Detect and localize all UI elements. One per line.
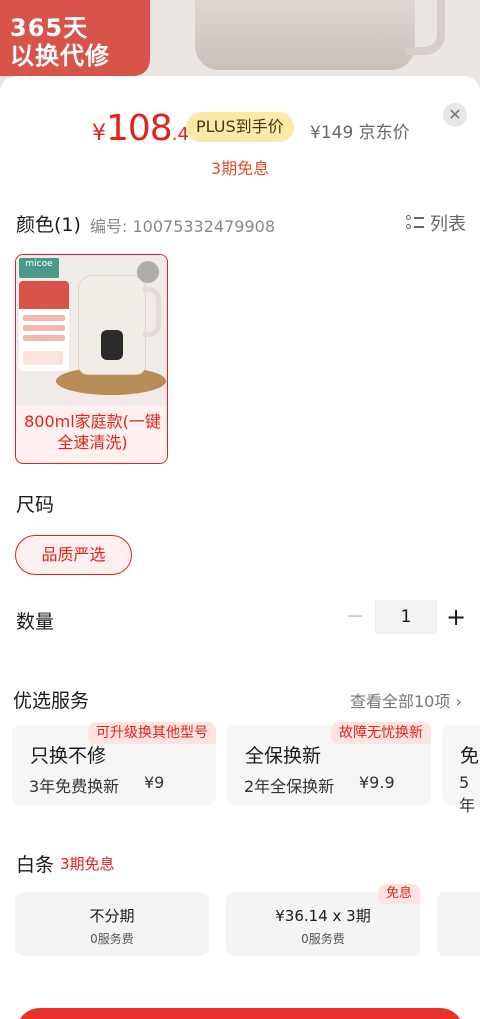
quantity-title: 数量: [16, 611, 55, 633]
close-icon: ✕: [448, 105, 462, 124]
list-icon: [406, 215, 424, 231]
view-all-services-link[interactable]: 查看全部10项 ›: [350, 688, 462, 712]
confirm-button[interactable]: [16, 1008, 464, 1019]
installment-option-label: 不分期: [89, 907, 135, 925]
plus-price: ¥ 108 .4: [92, 108, 189, 149]
installment-info: 3期免息: [210, 159, 270, 178]
variant-thumbnail: micoe: [16, 255, 167, 405]
service-name: 只换不修: [30, 745, 107, 767]
color-variant-card[interactable]: micoe 800ml家庭款(一键全速清洗): [15, 254, 168, 464]
service-badge: 可升级换其他型号: [88, 722, 216, 744]
color-title: 颜色(1): [16, 214, 81, 236]
list-view-toggle[interactable]: 列表: [406, 210, 466, 236]
background-product-handle: [405, 0, 445, 55]
color-section-header: 颜色(1) 编号: 10075332479908 列表: [16, 210, 466, 236]
installment-option[interactable]: [437, 892, 480, 956]
quantity-increase-button[interactable]: +: [445, 602, 467, 632]
service-price: ¥9: [144, 773, 165, 792]
size-title: 尺码: [16, 494, 55, 516]
quantity-decrease-button[interactable]: −: [345, 602, 365, 632]
installment-option-fee: 0服务费: [90, 932, 134, 946]
installment-option[interactable]: 不分期 0服务费: [15, 892, 209, 956]
background-promo-line2: 以换代修: [10, 42, 110, 70]
zoom-icon[interactable]: [137, 261, 159, 283]
installment-option-fee: 0服务费: [301, 932, 345, 946]
plus-price-badge: PLUS到手价: [186, 112, 294, 142]
spec-selection-sheet: ¥ 108 .4 PLUS到手价 ¥149 京东价 ✕ 3期免息 颜色(1) 编…: [0, 76, 480, 1019]
service-name: 全保换新: [245, 745, 322, 767]
background-product-image: [195, 0, 415, 70]
close-button[interactable]: ✕: [443, 103, 467, 127]
service-price: ¥9.9: [359, 773, 395, 792]
jd-price: ¥149 京东价: [310, 123, 410, 143]
service-card[interactable]: 可升级换其他型号 只换不修 3年免费换新 ¥9: [12, 722, 216, 805]
brand-logo: micoe: [19, 258, 59, 278]
service-card[interactable]: 免 5年: [442, 725, 480, 815]
service-description: 5年: [459, 773, 476, 815]
background-promo-banner: 365天 以换代修: [0, 0, 150, 76]
service-name: 免: [460, 745, 480, 767]
installment-option-label: ¥36.14 x 3期: [275, 907, 371, 925]
installment-option[interactable]: 免息 ¥36.14 x 3期 0服务费: [226, 884, 420, 956]
price-integer: 108: [106, 108, 173, 149]
product-serial-number: 编号: 10075332479908: [90, 217, 275, 236]
interest-free-badge: 免息: [377, 884, 420, 904]
price-row: ¥ 108 .4 PLUS到手价 ¥149 京东价: [0, 106, 480, 156]
variant-label: 800ml家庭款(一键全速清洗): [24, 412, 161, 452]
service-badge: 故障无忧换新: [331, 722, 431, 744]
service-card[interactable]: 故障无忧换新 全保换新 2年全保换新 ¥9.9: [227, 722, 431, 805]
size-option-chip[interactable]: 品质严选: [15, 535, 132, 575]
baitiao-tag: 3期免息: [60, 855, 115, 873]
service-description: 2年全保换新: [244, 777, 335, 796]
services-title: 优选服务: [13, 690, 90, 712]
service-description: 3年免费换新: [29, 777, 120, 796]
soymilk-maker-image: [78, 275, 146, 375]
baitiao-title: 白条: [16, 854, 55, 876]
price-currency: ¥: [92, 121, 106, 146]
thumbnail-promo-panel: [19, 281, 69, 371]
list-view-label: 列表: [430, 214, 466, 235]
quantity-input[interactable]: 1: [375, 600, 437, 634]
